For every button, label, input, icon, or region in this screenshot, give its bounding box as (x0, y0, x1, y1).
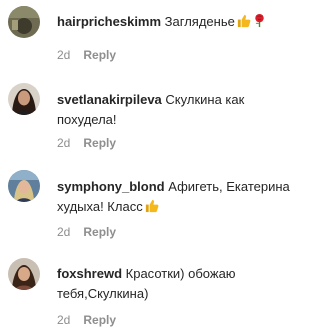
comment-text: symphony_blond Афигеть, Екатерина худыха… (57, 177, 302, 217)
thumbs-up-icon (237, 14, 251, 28)
reply-button[interactable]: Reply (83, 225, 116, 239)
comment-text: foxshrewd Красотки) обожаю тебя,Скулкина… (57, 264, 302, 304)
comment-body: Загляденье (164, 14, 235, 29)
comment-username[interactable]: symphony_blond (57, 179, 165, 194)
comment-username[interactable]: hairpricheskimm (57, 14, 161, 29)
comment-time: 2d (57, 48, 71, 62)
avatar[interactable] (8, 83, 40, 115)
comment-meta: 2d Reply (57, 48, 116, 62)
comment-username[interactable]: foxshrewd (57, 266, 122, 281)
avatar[interactable] (8, 170, 40, 202)
comment-meta: 2d Reply (57, 225, 116, 239)
avatar[interactable] (8, 6, 40, 38)
comment-meta: 2d Reply (57, 136, 116, 150)
reply-button[interactable]: Reply (83, 136, 116, 150)
thumbs-up-icon (145, 199, 159, 213)
comment-text: svetlanakirpileva Скулкина как похудела! (57, 90, 302, 130)
rose-icon (255, 13, 264, 28)
comment-time: 2d (57, 136, 71, 150)
avatar[interactable] (8, 258, 40, 290)
comment-username[interactable]: svetlanakirpileva (57, 92, 162, 107)
comment-text: hairpricheskimm Загляденье (57, 12, 302, 32)
reply-button[interactable]: Reply (83, 313, 116, 327)
comment-time: 2d (57, 313, 71, 327)
reply-button[interactable]: Reply (83, 48, 116, 62)
comment-meta: 2d Reply (57, 313, 116, 327)
comment-time: 2d (57, 225, 71, 239)
